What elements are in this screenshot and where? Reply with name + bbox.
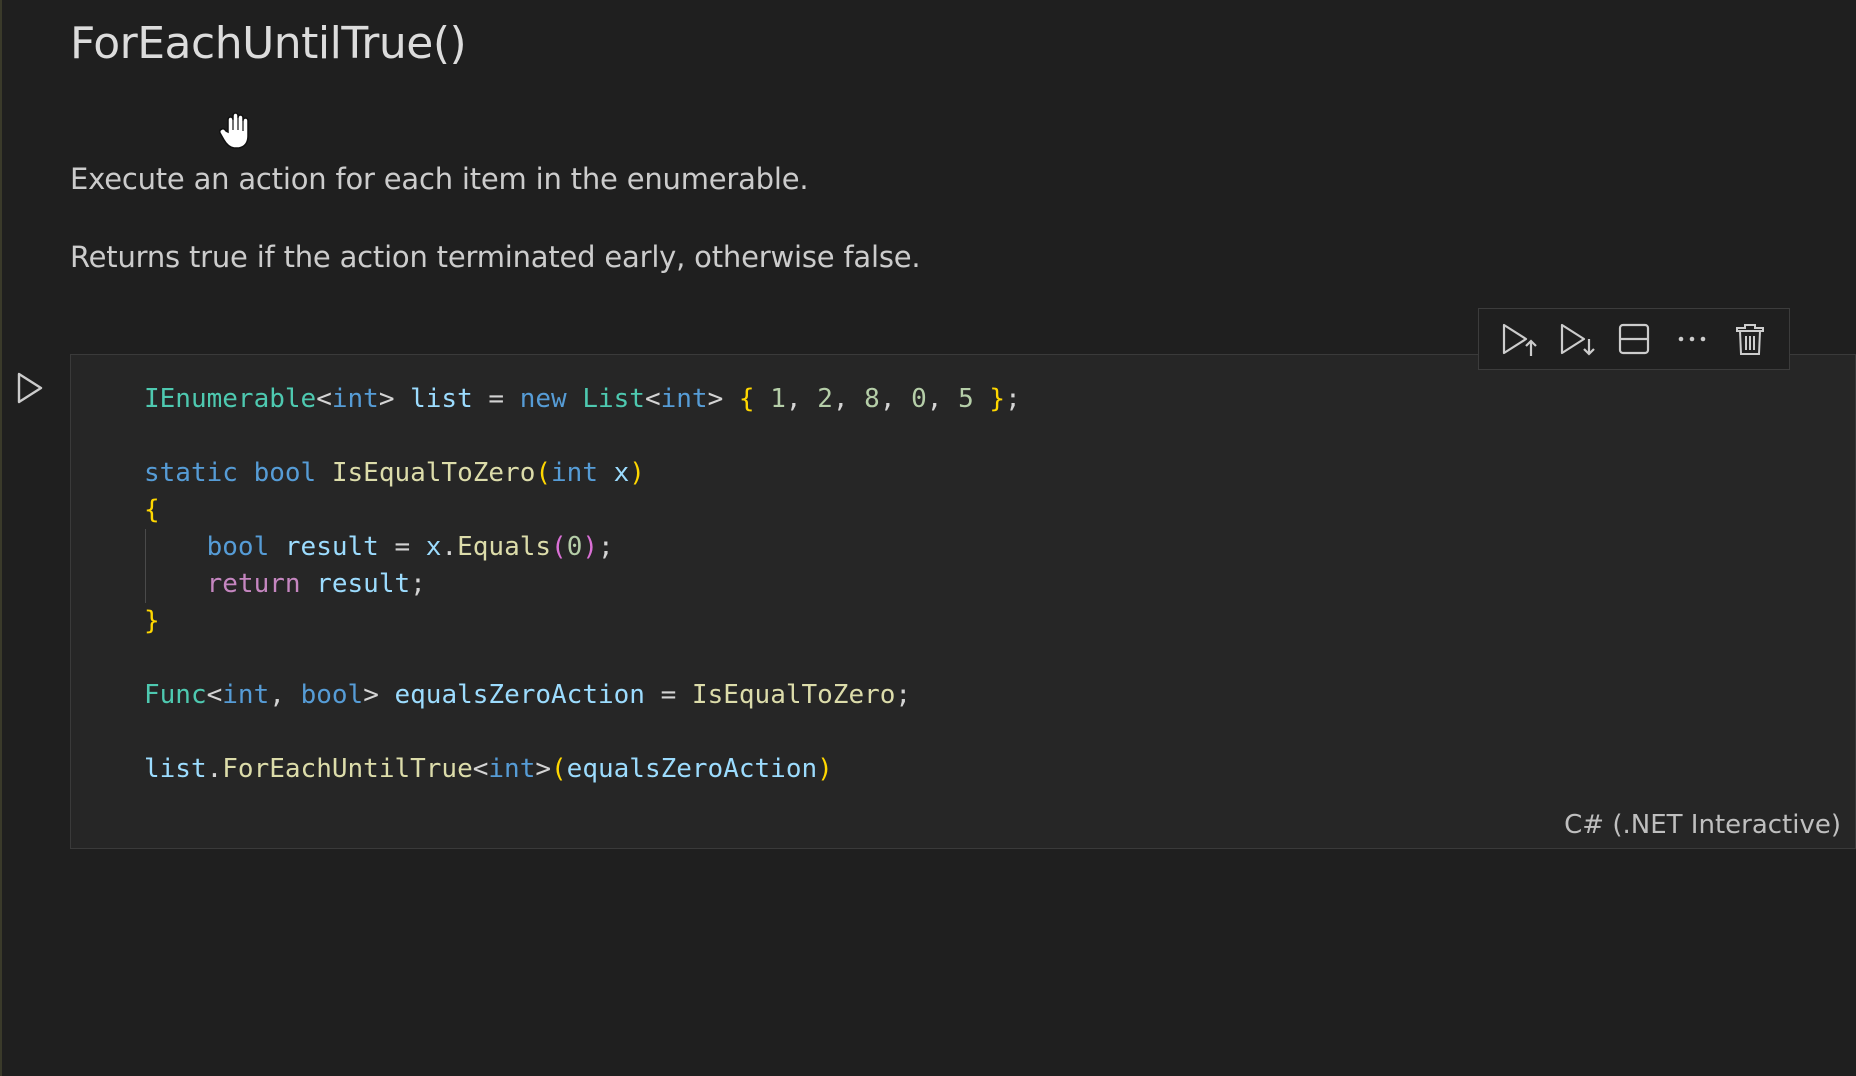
code-line: list.ForEachUntilTrue<int>(equalsZeroAct… bbox=[144, 754, 833, 784]
code-line: Func<int, bool> equalsZeroAction = IsEqu… bbox=[144, 680, 912, 710]
code-line: bool result = x.Equals(0); bbox=[206, 532, 614, 562]
code-line: } bbox=[144, 606, 160, 636]
delete-cell-button[interactable] bbox=[1728, 317, 1772, 361]
hand-cursor-icon bbox=[219, 112, 249, 149]
more-actions-icon bbox=[1678, 336, 1706, 342]
markdown-paragraph-returns: Returns true if the action terminated ea… bbox=[70, 240, 921, 274]
code-line: IEnumerable<int> list = new List<int> { … bbox=[144, 384, 1021, 414]
more-actions-button[interactable] bbox=[1670, 317, 1714, 361]
editor-left-border bbox=[0, 0, 2, 1076]
execute-below-button[interactable] bbox=[1554, 317, 1598, 361]
execute-above-icon bbox=[1502, 323, 1537, 356]
code-line: static bool IsEqualToZero(int x) bbox=[144, 458, 645, 488]
code-line: { bbox=[144, 495, 160, 525]
markdown-paragraph-description: Execute an action for each item in the e… bbox=[70, 162, 809, 196]
delete-cell-icon bbox=[1736, 324, 1764, 355]
cell-toolbar bbox=[1478, 308, 1790, 370]
code-editor[interactable]: IEnumerable<int> list = new List<int> { … bbox=[144, 381, 1021, 788]
cell-language-label[interactable]: C# (.NET Interactive) bbox=[1564, 810, 1841, 840]
split-cell-button[interactable] bbox=[1612, 317, 1656, 361]
code-line: return result; bbox=[206, 569, 426, 599]
markdown-heading: ForEachUntilTrue() bbox=[70, 18, 467, 69]
execute-below-icon bbox=[1560, 323, 1595, 356]
run-cell-play-icon[interactable] bbox=[14, 370, 46, 406]
split-cell-icon bbox=[1618, 323, 1650, 355]
code-cell[interactable]: IEnumerable<int> list = new List<int> { … bbox=[70, 354, 1856, 849]
execute-above-button[interactable] bbox=[1496, 317, 1540, 361]
